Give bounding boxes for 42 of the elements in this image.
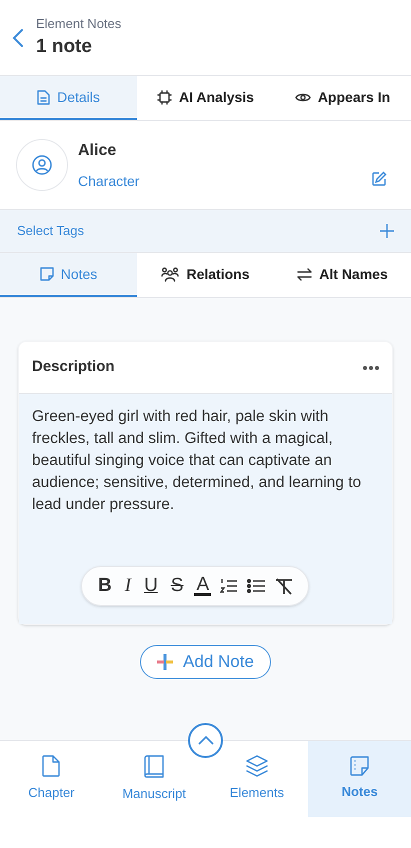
element-type: Character — [78, 172, 140, 190]
nav-item[interactable]: Elements — [206, 741, 308, 817]
scroll-up-button[interactable] — [188, 723, 223, 758]
note-icon — [40, 267, 54, 281]
numbered-list-icon[interactable] — [220, 578, 238, 594]
tab[interactable]: Alt Names — [274, 253, 411, 297]
nav-item[interactable]: Chapter — [0, 741, 103, 817]
chip-icon — [157, 90, 172, 104]
plus-icon — [157, 654, 174, 670]
tab[interactable]: AI Analysis — [137, 76, 274, 120]
people-icon — [161, 266, 180, 282]
bullet-list-icon[interactable] — [247, 579, 266, 593]
page-icon — [42, 755, 60, 778]
note-title: Description — [32, 357, 115, 378]
back-icon[interactable] — [12, 28, 24, 48]
bold-button[interactable]: B — [96, 572, 114, 600]
note-icon — [350, 756, 370, 776]
more-icon[interactable] — [363, 366, 379, 370]
element-name: Alice — [78, 140, 118, 160]
tab[interactable]: Relations — [137, 253, 274, 297]
note-editor[interactable] — [19, 394, 392, 624]
doc-icon — [37, 90, 50, 104]
nav-item[interactable]: Manuscript — [102, 741, 206, 817]
note-text: Green-eyed girl with red hair, pale skin with freckles, tall and slim. Gifted with a magical, beautiful singing voice that can captivate an audience; sensitive, determined, and learning to lead under pressure. — [32, 407, 362, 515]
eye-icon — [294, 92, 311, 102]
strike-button[interactable]: S — [168, 572, 186, 600]
plus-icon[interactable] — [380, 224, 394, 238]
clear-format-icon[interactable] — [274, 578, 294, 594]
book-icon — [144, 754, 164, 778]
chevron-up-icon — [198, 736, 214, 745]
layers-icon — [246, 755, 268, 778]
italic-button[interactable]: I — [122, 572, 134, 600]
tags-label: Select Tags — [17, 222, 84, 240]
header-title: 1 note — [36, 35, 93, 59]
tab[interactable]: Appears In — [274, 76, 411, 120]
swap-icon — [297, 268, 312, 280]
add-note-button[interactable]: Add Note — [140, 645, 271, 679]
color-button[interactable]: A — [194, 576, 212, 596]
user-icon — [32, 155, 52, 175]
edit-icon[interactable] — [371, 171, 387, 187]
header-subtitle: Element Notes — [36, 14, 122, 32]
underline-button[interactable]: U — [142, 572, 160, 600]
